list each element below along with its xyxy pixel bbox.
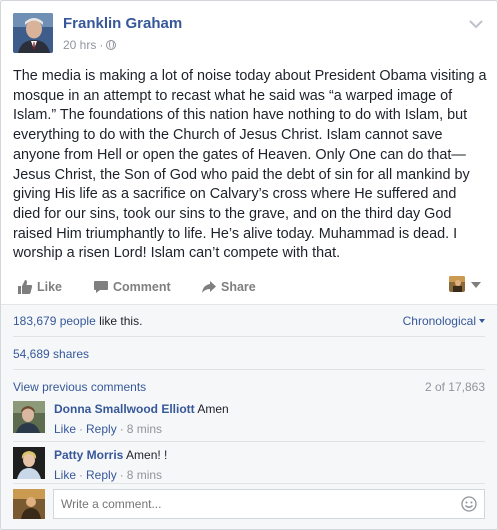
separator: · bbox=[119, 468, 124, 482]
comment-reply-link[interactable]: Reply bbox=[86, 422, 117, 436]
divider bbox=[13, 369, 485, 370]
shares-row: 54,689 shares bbox=[13, 347, 485, 361]
viewer-avatar[interactable] bbox=[449, 276, 465, 292]
comment-like-link[interactable]: Like bbox=[54, 422, 76, 436]
post-meta: 20 hrs · bbox=[63, 38, 117, 52]
comment-item: Donna Smallwood Elliott Amen Like · Reply ·… bbox=[13, 401, 485, 441]
commenter-avatar[interactable] bbox=[13, 401, 45, 433]
comment-text: Amen! ! bbox=[126, 448, 168, 462]
comment-input[interactable] bbox=[53, 489, 485, 519]
post-timestamp[interactable]: 20 hrs bbox=[63, 38, 96, 52]
comments-pager: View previous comments 2 of 17,863 bbox=[13, 380, 485, 394]
like-label: Like bbox=[37, 280, 63, 294]
post-header: Franklin Graham 20 hrs · bbox=[13, 13, 485, 57]
caret-down-icon[interactable] bbox=[471, 282, 481, 288]
comment-text: Amen bbox=[197, 402, 229, 416]
commenter-name[interactable]: Donna Smallwood Elliott bbox=[54, 402, 195, 416]
comment-body: Donna Smallwood Elliott Amen bbox=[54, 402, 229, 416]
comment-icon bbox=[94, 281, 108, 293]
sort-label: Chronological bbox=[402, 314, 476, 328]
separator: · bbox=[79, 422, 84, 436]
post-actions: Like Comment Share bbox=[13, 271, 485, 303]
separator: · bbox=[79, 468, 84, 482]
commenter-avatar[interactable] bbox=[13, 447, 45, 479]
thumbs-up-icon bbox=[18, 280, 33, 294]
caret-down-icon bbox=[479, 319, 485, 323]
comment-item: Patty Morris Amen! ! Like · Reply · 8 mins bbox=[13, 447, 485, 487]
likes-summary: 183,679 people like this. Chronological bbox=[13, 314, 485, 328]
comment-footer: Like · Reply · 8 mins bbox=[54, 422, 162, 436]
post-text: The media is making a lot of noise today… bbox=[13, 68, 487, 262]
divider bbox=[13, 441, 485, 442]
separator: · bbox=[119, 422, 124, 436]
comment-counter: 2 of 17,863 bbox=[424, 380, 485, 394]
divider bbox=[13, 336, 485, 337]
comment-label: Comment bbox=[113, 280, 171, 294]
comment-reply-link[interactable]: Reply bbox=[86, 468, 117, 482]
author-name[interactable]: Franklin Graham bbox=[63, 15, 182, 32]
divider bbox=[13, 483, 485, 484]
sort-dropdown[interactable]: Chronological bbox=[403, 314, 485, 328]
viewer-avatar bbox=[13, 489, 45, 519]
like-button[interactable]: Like bbox=[17, 277, 62, 297]
share-button[interactable]: Share bbox=[201, 277, 256, 297]
share-arrow-icon bbox=[202, 281, 216, 293]
comment-body: Patty Morris Amen! ! bbox=[54, 448, 167, 462]
view-previous-comments-link[interactable]: View previous comments bbox=[13, 380, 146, 394]
likes-suffix: like this. bbox=[95, 314, 143, 328]
comment-composer bbox=[13, 489, 485, 519]
meta-separator: · bbox=[99, 38, 104, 52]
author-avatar[interactable] bbox=[13, 13, 53, 53]
comment-time[interactable]: 8 mins bbox=[127, 468, 162, 482]
share-label: Share bbox=[221, 280, 256, 294]
chevron-down-icon[interactable] bbox=[469, 19, 483, 29]
post-card: Franklin Graham 20 hrs · The media is mak… bbox=[0, 0, 498, 530]
shares-count-link[interactable]: 54,689 shares bbox=[13, 347, 89, 361]
comment-footer: Like · Reply · 8 mins bbox=[54, 468, 162, 482]
emoji-icon[interactable] bbox=[461, 496, 477, 512]
comment-button[interactable]: Comment bbox=[93, 277, 171, 297]
comment-like-link[interactable]: Like bbox=[54, 468, 76, 482]
commenter-name[interactable]: Patty Morris bbox=[54, 448, 123, 462]
likes-count-link[interactable]: 183,679 people bbox=[13, 314, 96, 328]
globe-icon[interactable] bbox=[106, 40, 117, 50]
feedback-section: 183,679 people like this. Chronological … bbox=[1, 304, 497, 529]
comment-time[interactable]: 8 mins bbox=[127, 422, 162, 436]
